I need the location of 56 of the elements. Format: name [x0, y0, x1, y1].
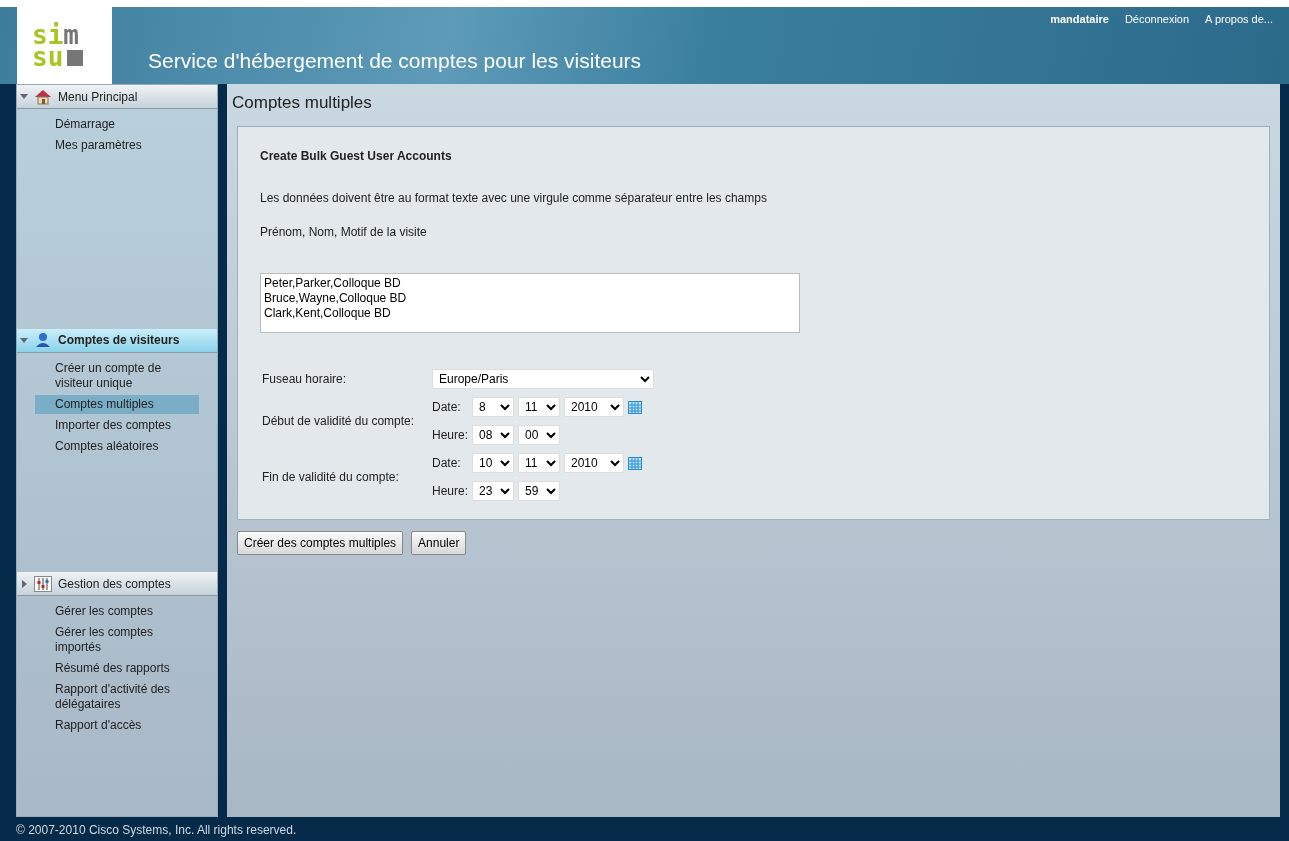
header-link[interactable]: A propos de...: [1205, 11, 1273, 28]
collapse-arrow-icon[interactable]: [20, 336, 28, 345]
month-dropdown[interactable]: 11: [518, 397, 560, 417]
timezone-dropdown[interactable]: Europe/Paris: [432, 369, 654, 389]
day-dropdown[interactable]: 8: [472, 397, 514, 417]
field-label: Fin de validité du compte:: [262, 469, 400, 486]
menu-item[interactable]: Comptes multiples: [35, 394, 199, 414]
app-title: Service d'hébergement de comptes pour les visiteurs: [148, 48, 642, 74]
menu-section-header[interactable]: Comptes de visiteurs: [17, 328, 217, 353]
accounts-textarea[interactable]: Peter,Parker,Colloque BD Bruce,Wayne,Colloque BD Clark,Kent,Colloque BD: [260, 273, 800, 333]
section-title: Gestion des comptes: [58, 575, 171, 593]
username: mandataire: [1050, 12, 1109, 27]
copyright-text: © 2007-2010 Cisco Systems, Inc. All rights reserved.: [15, 822, 298, 837]
instruction-text: Prénom, Nom, Motif de la visite: [260, 224, 428, 241]
cancel-button[interactable]: Annuler: [411, 531, 467, 555]
menu-section-header[interactable]: Gestion des comptes: [17, 572, 217, 597]
calendar-icon[interactable]: [628, 400, 642, 414]
minute-dropdown[interactable]: 00: [518, 425, 560, 445]
menu-item[interactable]: Créer un compte de visiteur unique: [35, 358, 199, 393]
hour-dropdown[interactable]: 08: [472, 425, 514, 445]
person-icon: [34, 332, 52, 349]
hour-dropdown[interactable]: 23: [472, 481, 514, 501]
page-title: Comptes multiples: [231, 92, 373, 114]
menu-item[interactable]: Importer des comptes: [35, 415, 199, 435]
section-title: Comptes de visiteurs: [58, 332, 180, 350]
logo: sim su: [17, 7, 112, 84]
menu-item[interactable]: Démarrage: [35, 115, 199, 134]
section-title: Menu Principal: [58, 88, 138, 106]
expand-arrow-icon[interactable]: [20, 579, 28, 588]
menu-item[interactable]: Mes paramètres: [35, 136, 199, 155]
calendar-icon[interactable]: [628, 456, 642, 470]
form-heading: Create Bulk Guest User Accounts: [260, 148, 453, 165]
year-dropdown[interactable]: 2010: [564, 453, 624, 473]
create-button[interactable]: Créer des comptes multiples: [237, 531, 404, 555]
field-label: Début de validité du compte:: [262, 413, 416, 430]
field-label: Heure:: [432, 483, 468, 500]
field-label: Heure:: [432, 427, 468, 444]
menu-item[interactable]: Comptes aléatoires: [35, 436, 199, 456]
year-dropdown[interactable]: 2010: [564, 397, 624, 417]
header-link[interactable]: Déconnexion: [1124, 11, 1190, 28]
field-label: Date:: [432, 455, 462, 472]
menu-item[interactable]: Rapport d'activité des délégataires: [35, 680, 199, 715]
house-icon: [34, 88, 52, 105]
field-label: Date:: [432, 399, 462, 416]
menu-item[interactable]: Gérer les comptes: [35, 602, 199, 622]
field-label: Fuseau horaire:: [262, 371, 348, 388]
minute-dropdown[interactable]: 59: [518, 481, 560, 501]
menu-item[interactable]: Gérer les comptes importés: [35, 623, 199, 658]
day-dropdown[interactable]: 10: [472, 453, 514, 473]
menu-item[interactable]: Rapport d'accès: [35, 716, 199, 736]
sliders-icon: [34, 575, 52, 592]
collapse-arrow-icon[interactable]: [20, 92, 28, 101]
month-dropdown[interactable]: 11: [518, 453, 560, 473]
instruction-text: Les données doivent être au format texte avec une virgule comme séparateur entre les champs: [260, 190, 768, 207]
menu-section-header[interactable]: Menu Principal: [17, 85, 217, 109]
menu-item[interactable]: Résumé des rapports: [35, 659, 199, 679]
